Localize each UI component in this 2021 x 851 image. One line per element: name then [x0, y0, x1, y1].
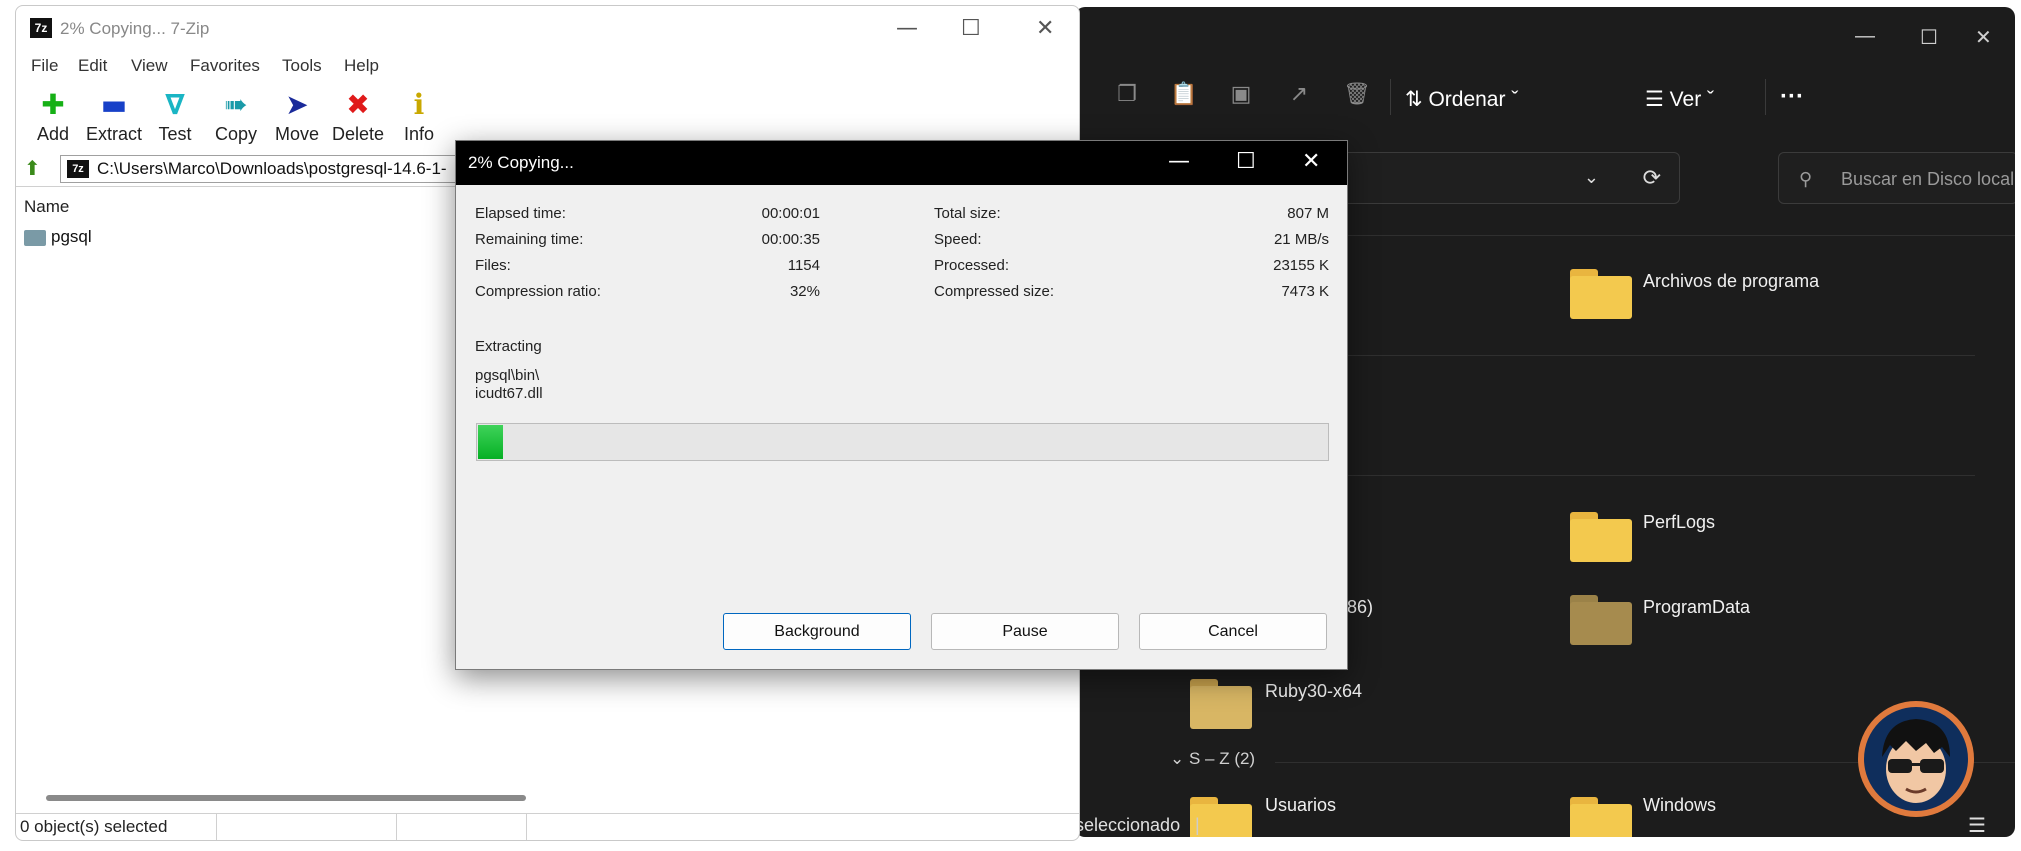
files-value: 1154 — [787, 257, 820, 274]
folder-icon — [1570, 269, 1632, 319]
remaining-label: Remaining time: — [475, 231, 584, 248]
dialog-title: 2% Copying... — [468, 153, 574, 172]
extract-button[interactable]: ▬ Extract — [79, 88, 149, 145]
close-icon[interactable]: ✕ — [1036, 16, 1054, 41]
progress-fill — [478, 425, 503, 459]
folder-icon — [1570, 595, 1632, 645]
elapsed-label: Elapsed time: — [475, 205, 566, 222]
current-file: icudt67.dll — [475, 385, 543, 402]
minimize-icon[interactable]: — — [1855, 25, 1875, 48]
more-options-button[interactable]: ··· — [1780, 83, 1804, 111]
add-button[interactable]: ✚ Add — [18, 88, 88, 145]
paste-icon[interactable]: 📋 — [1170, 81, 1198, 109]
processed-value: 23155 K — [1273, 257, 1329, 274]
test-check-icon: ∇ — [165, 88, 185, 121]
folder-ruby30-x64[interactable]: Ruby30-x64 — [1265, 681, 1362, 702]
copy-arrow-icon: ➠ — [224, 88, 248, 121]
compressed-size-value: 7473 K — [1281, 283, 1329, 300]
menu-edit[interactable]: Edit — [78, 56, 107, 76]
progress-bar — [476, 423, 1329, 461]
view-list-icon: ☰ — [1645, 88, 1670, 111]
menu-favorites[interactable]: Favorites — [190, 56, 260, 76]
current-path: pgsql\bin\ — [475, 367, 540, 384]
folder-programdata[interactable]: ProgramData — [1643, 597, 1750, 618]
refresh-icon[interactable]: ⟳ — [1643, 165, 1661, 191]
copy-progress-dialog: 2% Copying... — ☐ ✕ Elapsed time: 00:00:… — [455, 140, 1348, 670]
processed-label: Processed: — [934, 257, 1010, 274]
minimize-icon[interactable]: — — [896, 16, 918, 41]
speed-value: 21 MB/s — [1273, 231, 1329, 248]
window-title: 2% Copying... 7-Zip — [60, 19, 210, 38]
compressed-size-label: Compressed size: — [934, 283, 1055, 300]
info-icon: i — [413, 88, 425, 121]
up-folder-icon[interactable]: ⬆ — [24, 156, 41, 180]
horizontal-scrollbar[interactable] — [46, 795, 526, 801]
menu-tools[interactable]: Tools — [282, 56, 322, 76]
elapsed-value: 00:00:01 — [761, 205, 820, 222]
details-view-icon[interactable]: ☰ — [1968, 813, 1986, 837]
status-text: 0 object(s) selected — [20, 817, 168, 836]
trash-icon[interactable]: 🗑 — [1343, 81, 1371, 109]
folder-archivos-de-programa[interactable]: Archivos de programa — [1643, 271, 1819, 292]
view-button[interactable]: ☰ Ver ˇ — [1645, 87, 1714, 112]
folder-usuarios[interactable]: Usuarios — [1265, 795, 1336, 816]
folder-perflogs[interactable]: PerfLogs — [1643, 512, 1715, 533]
test-button[interactable]: ∇ Test — [140, 88, 210, 145]
sevenzip-app-icon: 7z — [30, 18, 52, 38]
status-bar: 0 object(s) selected — [16, 813, 1079, 840]
close-icon[interactable]: ✕ — [1975, 25, 1992, 50]
share-icon[interactable]: ↗ — [1285, 81, 1313, 109]
maximize-icon[interactable]: ☐ — [1920, 25, 1938, 50]
avatar — [1858, 701, 1974, 817]
delete-button[interactable]: ✖ Delete — [323, 88, 393, 145]
maximize-icon[interactable]: ☐ — [1236, 149, 1256, 174]
group-header[interactable]: ⌄ S – Z (2) — [1170, 749, 1255, 769]
compression-ratio-label: Compression ratio: — [475, 283, 601, 300]
menu-bar: File Edit View Favorites Tools Help — [16, 56, 1079, 86]
minus-icon: ▬ — [100, 88, 128, 121]
info-button[interactable]: i Info — [384, 88, 454, 145]
speed-label: Speed: — [934, 231, 982, 248]
rename-icon[interactable]: ▣ — [1227, 81, 1255, 109]
archive-icon: 7z — [67, 160, 89, 178]
compression-ratio-value: 32% — [789, 283, 820, 300]
folder-icon — [1570, 512, 1632, 562]
copy-icon[interactable]: ❐ — [1113, 81, 1141, 109]
plus-icon: ✚ — [41, 88, 65, 121]
background-button[interactable]: Background — [723, 613, 911, 650]
move-button[interactable]: ➤ Move — [262, 88, 332, 145]
menu-help[interactable]: Help — [344, 56, 379, 76]
operation-label: Extracting — [475, 338, 542, 355]
close-icon[interactable]: ✕ — [1302, 149, 1320, 174]
list-item[interactable]: pgsql — [24, 227, 92, 247]
column-header-name[interactable]: Name — [24, 197, 69, 217]
search-icon: ⚲ — [1799, 169, 1813, 189]
avatar-face-icon — [1882, 719, 1950, 803]
move-arrow-icon: ➤ — [285, 88, 309, 121]
total-size-label: Total size: — [934, 205, 1001, 222]
delete-x-icon: ✖ — [346, 88, 370, 121]
maximize-icon[interactable]: ☐ — [961, 16, 981, 41]
search-input[interactable]: ⚲ Buscar en Disco local ... — [1778, 152, 2015, 204]
chevron-down-icon: ⌄ — [1170, 749, 1189, 768]
minimize-icon[interactable]: — — [1168, 149, 1190, 174]
sort-button[interactable]: ⇅ Ordenar ˇ — [1405, 87, 1518, 112]
status-text: seleccionado — [1075, 815, 1181, 835]
sort-icon: ⇅ — [1405, 88, 1429, 111]
menu-view[interactable]: View — [131, 56, 168, 76]
copy-button[interactable]: ➠ Copy — [201, 88, 271, 145]
total-size-value: 807 M — [1287, 205, 1329, 222]
cancel-button[interactable]: Cancel — [1139, 613, 1327, 650]
pause-button[interactable]: Pause — [931, 613, 1119, 650]
files-label: Files: — [475, 257, 511, 274]
remaining-value: 00:00:35 — [761, 231, 820, 248]
dialog-title-bar: 2% Copying... — ☐ ✕ — [456, 141, 1347, 185]
chevron-down-icon[interactable]: ⌄ — [1584, 167, 1599, 188]
folder-windows[interactable]: Windows — [1643, 795, 1716, 816]
menu-file[interactable]: File — [31, 56, 58, 76]
folder-icon — [1190, 679, 1252, 729]
folder-icon — [24, 229, 46, 246]
folder-icon — [1570, 797, 1632, 837]
